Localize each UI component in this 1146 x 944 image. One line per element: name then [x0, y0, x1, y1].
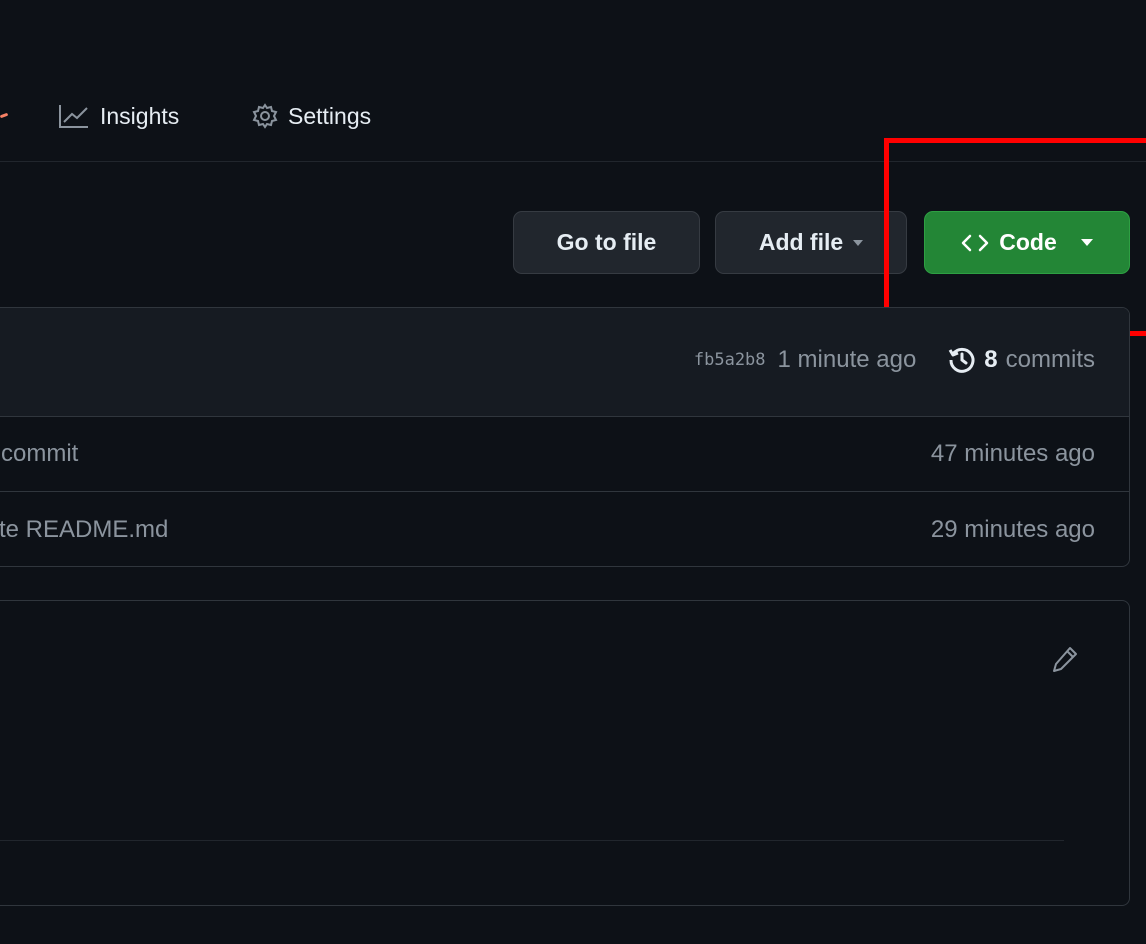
commit-meta: fb5a2b8 1 minute ago 8 commits — [694, 346, 1095, 374]
commit-count: 8 — [984, 346, 998, 373]
code-icon — [961, 232, 989, 254]
commit-message-link[interactable]: commit — [1, 440, 78, 468]
file-table: fb5a2b8 1 minute ago 8 commits commit 47… — [0, 307, 1130, 567]
history-icon — [948, 346, 976, 374]
add-file-button[interactable]: Add file — [715, 211, 907, 274]
caret-down-icon — [1080, 239, 1093, 246]
readme-divider — [0, 840, 1064, 841]
tab-insights[interactable]: Insights — [58, 96, 179, 136]
row-time: 29 minutes ago — [930, 515, 1095, 543]
go-to-file-label: Go to file — [556, 229, 657, 255]
table-row: commit 47 minutes ago — [0, 416, 1129, 492]
commit-count-label: commits — [1005, 346, 1095, 373]
latest-commit-bar: fb5a2b8 1 minute ago 8 commits — [0, 308, 1129, 417]
commit-message-link[interactable]: te README.md — [0, 516, 168, 544]
commit-time[interactable]: 1 minute ago — [778, 346, 917, 374]
edit-readme-button[interactable] — [1050, 644, 1080, 674]
tab-insights-label: Insights — [100, 102, 180, 129]
nav-divider — [0, 161, 1146, 162]
graph-icon — [58, 103, 90, 129]
table-row: te README.md 29 minutes ago — [0, 492, 1129, 566]
row-time: 47 minutes ago — [930, 439, 1095, 467]
readme-panel — [0, 600, 1130, 906]
caret-down-icon — [853, 239, 864, 246]
go-to-file-button[interactable]: Go to file — [513, 211, 700, 274]
commit-sha[interactable]: fb5a2b8 — [694, 350, 766, 370]
pencil-icon — [1050, 644, 1080, 674]
code-button[interactable]: Code — [924, 211, 1130, 274]
tab-settings[interactable]: Settings — [252, 96, 371, 136]
code-label: Code — [999, 229, 1057, 255]
gear-icon — [252, 103, 278, 129]
add-file-label: Add file — [758, 229, 844, 255]
tab-settings-label: Settings — [288, 102, 372, 129]
nav-item-partial — [0, 112, 9, 119]
commits-link[interactable]: 8 commits — [948, 346, 1095, 374]
repo-nav: Insights Settings — [0, 0, 1146, 162]
